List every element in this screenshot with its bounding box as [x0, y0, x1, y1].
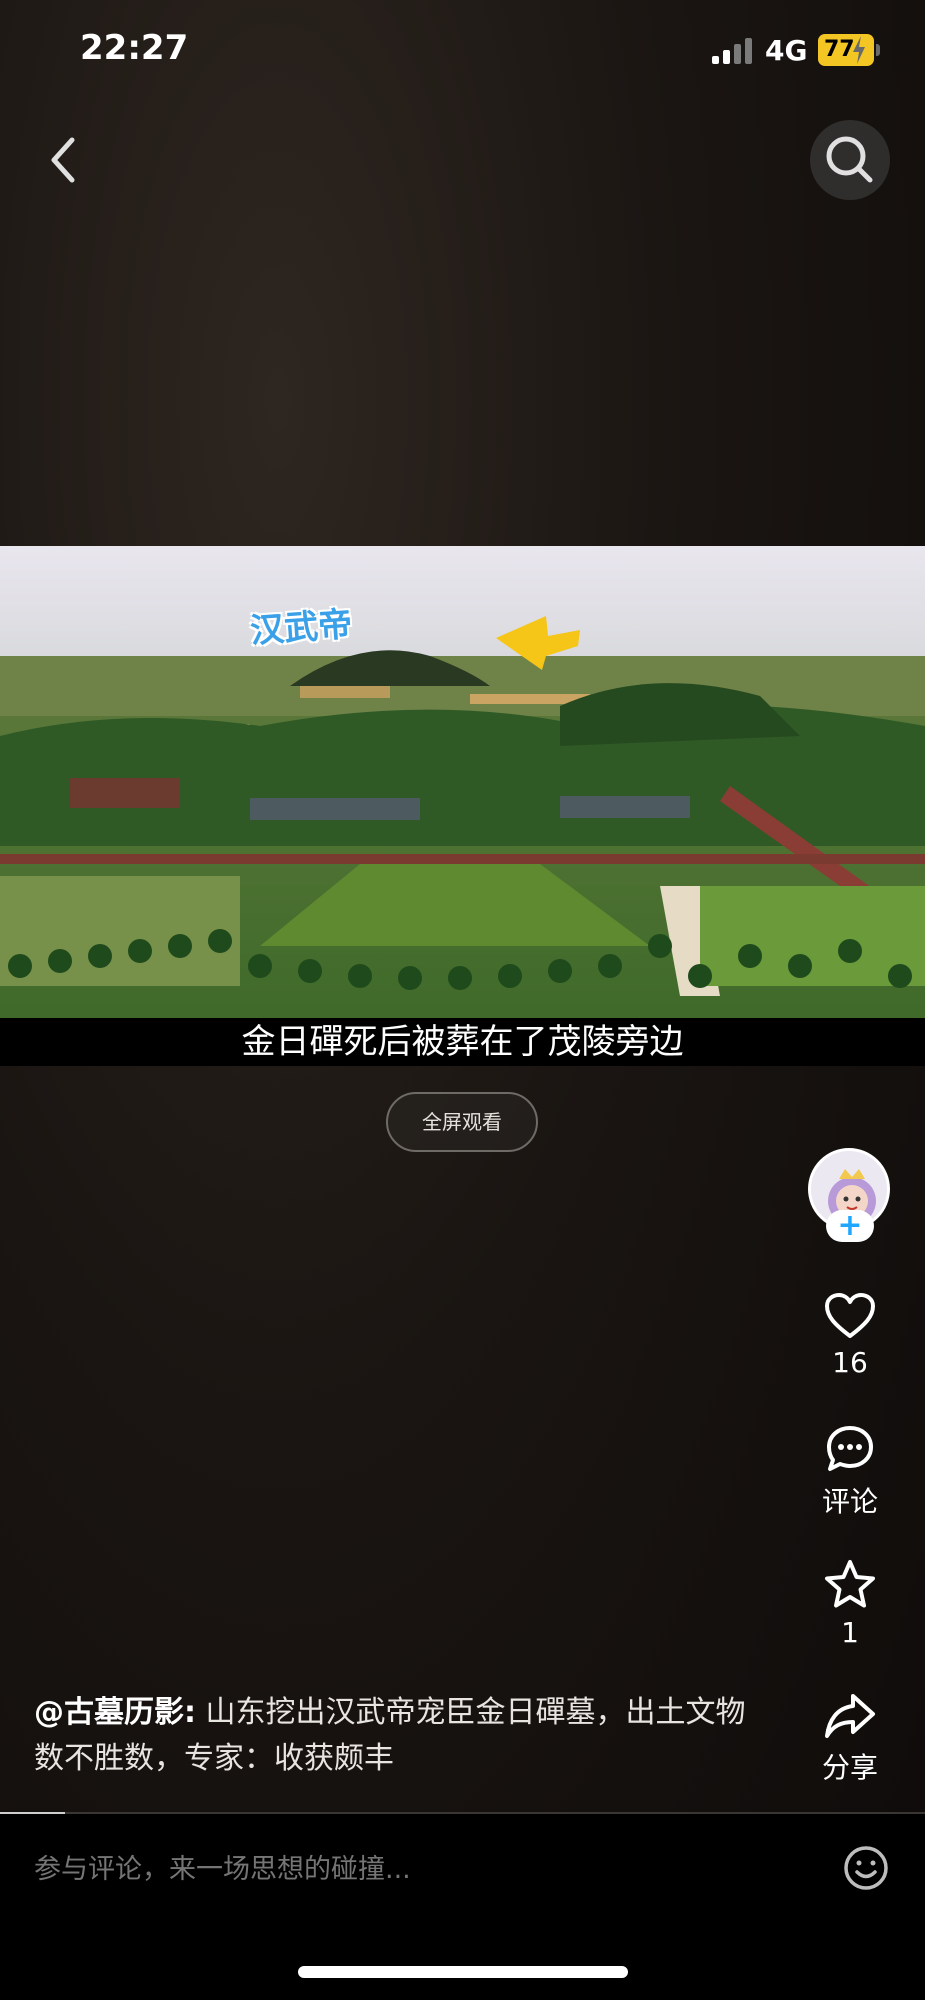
network-type: 4G — [765, 34, 808, 67]
comment-label: 评论 — [821, 1485, 878, 1518]
share-label: 分享 — [821, 1751, 878, 1784]
heart-icon — [825, 1293, 875, 1338]
video-player[interactable]: 汉武帝 — [0, 546, 925, 1018]
back-button[interactable] — [40, 130, 92, 190]
favorite-button[interactable]: 1 — [800, 1558, 900, 1649]
share-icon — [825, 1694, 875, 1738]
emoji-button[interactable] — [842, 1844, 890, 1892]
plus-icon: + — [837, 1208, 863, 1243]
battery-cap — [876, 44, 880, 56]
search-button[interactable] — [810, 120, 890, 200]
like-button[interactable]: 16 — [800, 1292, 900, 1379]
comment-button[interactable]: 评论 — [800, 1424, 900, 1520]
comment-input[interactable] — [34, 1844, 794, 1894]
search-icon — [826, 136, 873, 183]
share-button[interactable]: 分享 — [800, 1692, 900, 1786]
status-time: 22:27 — [80, 28, 189, 68]
charging-icon — [853, 36, 865, 64]
status-bar: 22:27 4G 77 — [0, 0, 925, 100]
follow-button[interactable]: + — [826, 1210, 874, 1242]
smiley-icon — [844, 1846, 888, 1890]
star-icon — [825, 1560, 875, 1608]
comment-icon — [827, 1426, 873, 1471]
video-frame — [0, 546, 925, 1018]
signal-icon — [712, 38, 754, 64]
favorite-count: 1 — [841, 1616, 859, 1649]
like-count: 16 — [832, 1346, 868, 1379]
video-overlay-label: 汉武帝 — [248, 604, 354, 652]
chevron-left-icon — [51, 137, 75, 183]
post-caption: @古墓历影: 山东挖出汉武帝宠臣金日磾墓，出土文物数不胜数，专家：收获颇丰 — [34, 1690, 754, 1782]
author-name[interactable]: @古墓历影: — [34, 1695, 196, 1730]
video-subtitle: 金日磾死后被葬在了茂陵旁边 — [241, 1022, 684, 1062]
fullscreen-button[interactable]: 全屏观看 — [386, 1092, 538, 1152]
home-indicator — [298, 1966, 628, 1978]
